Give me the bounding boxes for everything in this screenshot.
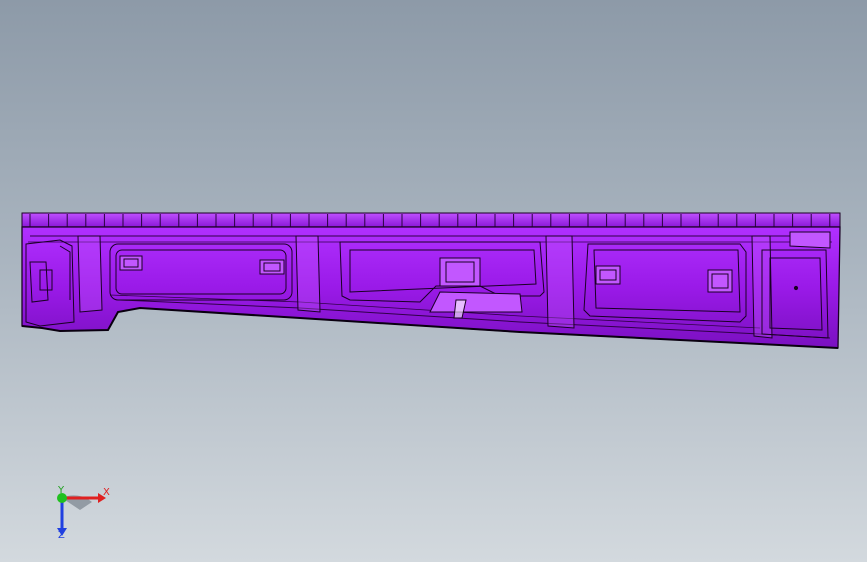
y-axis-label: Y [58, 485, 65, 496]
x-axis-label: X [103, 487, 110, 498]
graphics-viewport[interactable]: X Y Z [0, 0, 867, 562]
top-flange [21, 212, 841, 228]
panel-model-3d[interactable] [0, 0, 867, 562]
z-axis-label: Z [58, 530, 65, 541]
